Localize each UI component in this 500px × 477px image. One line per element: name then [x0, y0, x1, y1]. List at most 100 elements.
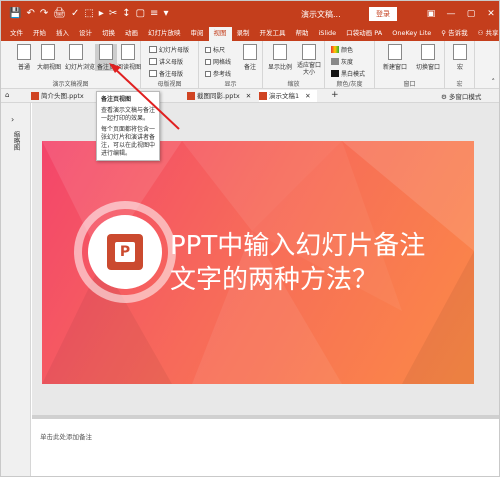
home-icon[interactable]: ⌂: [5, 91, 9, 99]
tab-transitions[interactable]: 切换: [97, 27, 120, 41]
normal-view-button[interactable]: 普通: [13, 44, 35, 71]
switch-window-button[interactable]: 切换窗口: [415, 44, 441, 71]
outline-view-icon: [41, 44, 55, 60]
print-icon[interactable]: 🖨: [53, 9, 66, 19]
group-macro: 宏 宏: [445, 41, 475, 89]
slide-title[interactable]: PPT中输入幻灯片备注 文字的两种方法？: [170, 229, 470, 297]
group-label: 缩放: [287, 81, 300, 88]
notes-master-button[interactable]: 备注母版: [149, 69, 183, 78]
tab-design[interactable]: 设计: [74, 27, 97, 41]
doc-tab-active[interactable]: 演示文稿1 ✕: [259, 90, 317, 102]
slide-sorter-button[interactable]: 幻灯片浏览: [65, 44, 95, 71]
multi-window-mode[interactable]: ⚙ 多窗口模式: [441, 91, 481, 101]
tab-record[interactable]: 录制: [232, 27, 255, 41]
window-controls: ▣ — ▢ ✕: [421, 1, 499, 27]
macros-button[interactable]: 宏: [449, 44, 471, 71]
login-button[interactable]: 登录: [369, 7, 397, 21]
tab-file[interactable]: 文件: [5, 27, 28, 41]
close-tab-icon[interactable]: ✕: [246, 92, 251, 100]
notes-pane[interactable]: 单击此处添加备注: [32, 415, 499, 476]
slide-master-button[interactable]: 幻灯片母版: [149, 45, 189, 54]
guides-checkbox[interactable]: 参考线: [205, 69, 231, 78]
tooltip-title: 备注页视图: [101, 96, 132, 103]
undo-icon[interactable]: ↶: [26, 9, 34, 19]
new-window-button[interactable]: 新建窗口: [381, 44, 409, 71]
pptx-file-icon: [187, 92, 195, 100]
thumbnail-pane-label: 缩略图: [12, 131, 20, 151]
tab-animations[interactable]: 动画: [120, 27, 143, 41]
slide-canvas[interactable]: P PPT中输入幻灯片备注 文字的两种方法？: [42, 141, 474, 384]
ruler-checkbox[interactable]: 标尺: [205, 45, 225, 54]
maximize-icon[interactable]: ▢: [461, 1, 481, 27]
notes-page-button[interactable]: 备注页: [95, 44, 117, 71]
notes-toggle-button[interactable]: 备注: [239, 44, 261, 71]
frame-icon[interactable]: ⬚: [84, 9, 93, 19]
handout-master-button[interactable]: 讲义母版: [149, 57, 183, 66]
notes-page-tooltip: 备注页视图 查看演示文稿与备注一起打印的效果。 每个页面都将包含一张幻灯片和演讲…: [96, 91, 160, 161]
doc-tab[interactable]: 简介头图.pptx: [31, 90, 84, 102]
save-icon[interactable]: 💾: [9, 9, 21, 19]
person-icon: ⚇: [477, 29, 486, 37]
color-button[interactable]: 颜色: [331, 45, 353, 54]
window-title: 演示文稿...: [301, 10, 341, 19]
black-white-button[interactable]: 黑白模式: [331, 69, 365, 78]
powerpoint-logo-letter: P: [115, 242, 135, 262]
group-master-views: 幻灯片母版 讲义母版 备注母版 母版视图: [141, 41, 199, 89]
notes-placeholder: 单击此处添加备注: [40, 433, 92, 441]
fit-to-window-button[interactable]: 适应窗口大小: [295, 44, 323, 76]
reading-view-button[interactable]: 阅读视图: [117, 44, 141, 71]
notes-icon: [243, 44, 257, 60]
reading-view-icon: [121, 44, 135, 60]
tab-view[interactable]: 视图: [208, 27, 232, 41]
expand-pane-icon[interactable]: ›: [11, 115, 14, 124]
black-white-icon: [331, 70, 339, 77]
tab-onekey[interactable]: OneKey Lite: [387, 27, 436, 41]
share-button[interactable]: ⚇ 共享: [473, 27, 499, 41]
close-tab-icon[interactable]: ✕: [305, 92, 310, 100]
ribbon-display-icon[interactable]: ▣: [421, 1, 441, 27]
title-bar: 💾 ↶ ↷ 🖨 ✓ ⬚ ▸ ✂ ↕ ▢ ≡ ▾ 演示文稿... 登录 ▣ — ▢…: [1, 1, 499, 27]
tab-slideshow[interactable]: 幻灯片放映: [143, 27, 186, 41]
tell-me-search[interactable]: ⚲ 告诉我: [436, 27, 472, 41]
slide-title-line: PPT中输入幻灯片备注: [170, 231, 426, 261]
redo-icon[interactable]: ↷: [40, 9, 48, 19]
notes-page-icon: [99, 44, 113, 60]
group-window: 新建窗口 切换窗口 窗口: [375, 41, 445, 89]
group-label: 颜色/灰度: [336, 81, 363, 88]
collapse-ribbon-icon[interactable]: ˄: [492, 78, 496, 86]
tabs-right: ⚲ 告诉我 ⚇ 共享: [436, 27, 499, 41]
cut-icon[interactable]: ✂: [109, 9, 117, 19]
align-icon[interactable]: ≡: [150, 9, 158, 19]
tab-home[interactable]: 开始: [28, 27, 51, 41]
color-swatch-icon: [331, 46, 339, 53]
group-show: 标尺 网格线 参考线 备注 显示: [199, 41, 263, 89]
shape-icon[interactable]: ▢: [136, 9, 145, 19]
document-tabs: ⌂ 简介头图.pptx 截图同影.pptx ✕ 演示文稿1 ✕ + ⚙ 多窗口模式: [1, 89, 499, 103]
tab-pocket-animation[interactable]: 口袋动画 PA: [341, 27, 387, 41]
grayscale-icon: [331, 58, 339, 65]
ribbon-view: 普通 大纲视图 幻灯片浏览 备注页 阅读视图 演示文稿视图 幻灯片母版 讲义母版…: [1, 41, 499, 89]
customize-dropdown-icon[interactable]: ▾: [163, 9, 168, 19]
slide-master-icon: [149, 46, 157, 53]
grayscale-button[interactable]: 灰度: [331, 57, 353, 66]
tab-review[interactable]: 审阅: [186, 27, 209, 41]
gridlines-checkbox[interactable]: 网格线: [205, 57, 231, 66]
quick-access-toolbar: 💾 ↶ ↷ 🖨 ✓ ⬚ ▸ ✂ ↕ ▢ ≡ ▾: [1, 9, 168, 19]
outline-view-button[interactable]: 大纲视图: [37, 44, 61, 71]
handout-master-icon: [149, 58, 157, 65]
tab-developer[interactable]: 开发工具: [255, 27, 291, 41]
play-icon[interactable]: ▸: [99, 9, 104, 19]
sort-icon[interactable]: ↕: [122, 9, 130, 19]
gear-icon: ⚙: [441, 93, 449, 101]
zoom-button[interactable]: 显示比例: [267, 44, 293, 71]
group-color: 颜色 灰度 黑白模式 颜色/灰度: [325, 41, 375, 89]
tab-insert[interactable]: 插入: [51, 27, 74, 41]
close-icon[interactable]: ✕: [481, 1, 499, 27]
doc-tab[interactable]: 截图同影.pptx ✕: [187, 90, 251, 102]
tab-islide[interactable]: iSlide: [314, 27, 342, 41]
tab-help[interactable]: 帮助: [291, 27, 314, 41]
check-icon[interactable]: ✓: [71, 9, 79, 19]
new-tab-button[interactable]: +: [331, 90, 339, 100]
minimize-icon[interactable]: —: [441, 1, 461, 27]
tooltip-text: 每个页面都将包含一张幻灯片和演讲者备注，可以在此视图中进行编辑。: [101, 126, 156, 157]
